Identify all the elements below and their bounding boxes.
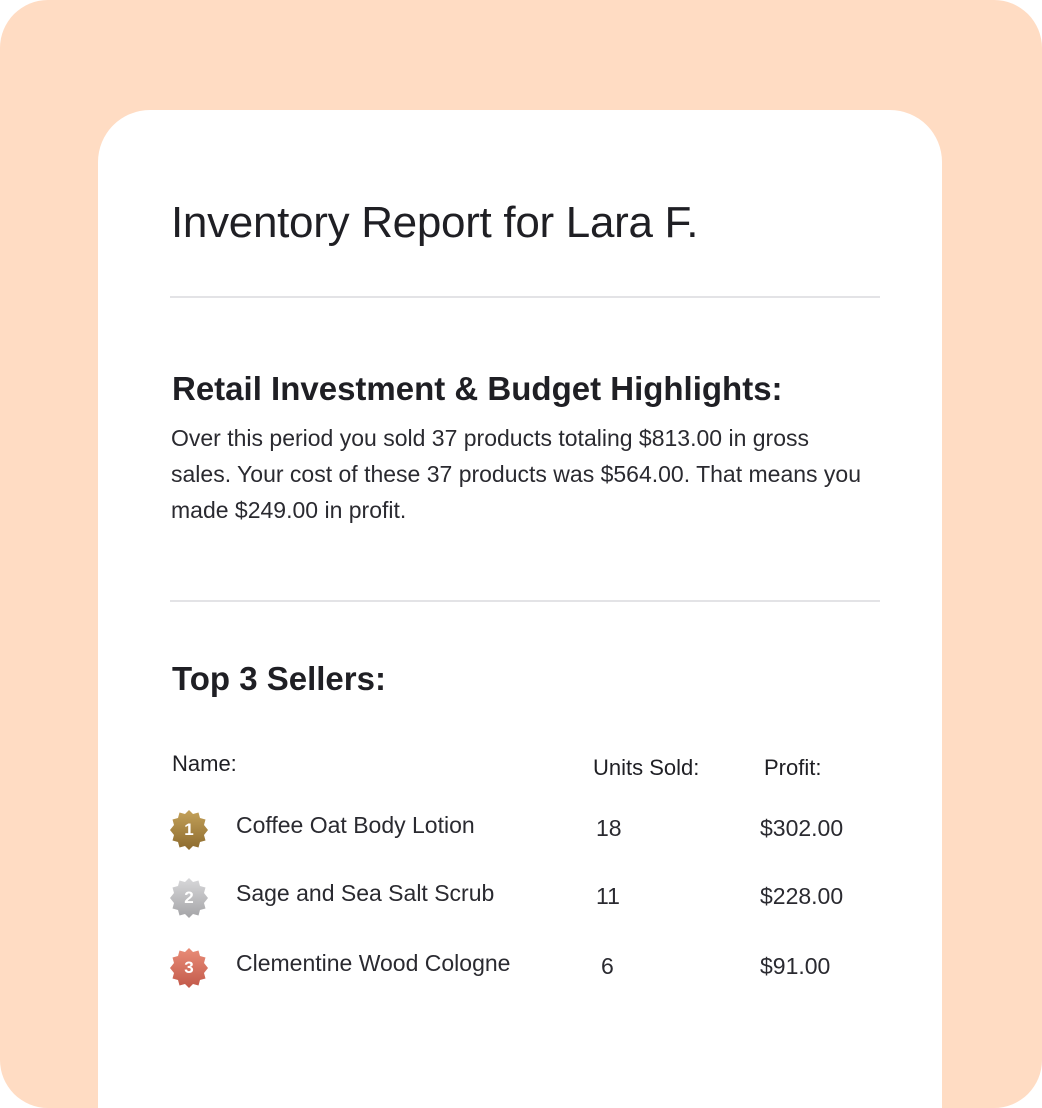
rank-number: 3: [184, 958, 194, 977]
profit-value: $228.00: [760, 883, 844, 909]
table-row: 1 Coffee Oat Body Lotion 18 $302.00: [98, 809, 942, 862]
page-background: Inventory Report for Lara F. Retail Inve…: [0, 0, 1042, 1108]
page-title: Inventory Report for Lara F.: [171, 198, 699, 247]
profit-value: $91.00: [760, 953, 831, 979]
report-card: Inventory Report for Lara F. Retail Inve…: [98, 110, 942, 1108]
column-header-profit: Profit:: [764, 755, 822, 780]
divider-top: [170, 296, 880, 298]
highlights-text: Over this period you sold 37 products to…: [171, 425, 862, 523]
units-sold: 11: [596, 883, 620, 909]
divider-middle: [170, 600, 880, 602]
product-name: Coffee Oat Body Lotion: [236, 812, 475, 838]
profit-value: $302.00: [760, 815, 844, 841]
rank-number: 1: [184, 820, 194, 839]
units-sold: 18: [596, 815, 622, 841]
column-header-name: Name:: [172, 751, 237, 776]
gold-medal-icon: 1: [168, 809, 210, 851]
sellers-heading: Top 3 Sellers:: [172, 660, 386, 697]
table-row: 2 Sage and Sea Salt Scrub 11 $228.00: [98, 877, 942, 930]
units-sold: 6: [601, 953, 614, 979]
product-name: Clementine Wood Cologne: [236, 950, 511, 976]
bronze-medal-icon: 3: [168, 947, 210, 989]
rank-number: 2: [184, 888, 194, 907]
product-name: Sage and Sea Salt Scrub: [236, 880, 495, 906]
table-row: 3 Clementine Wood Cologne 6 $91.00: [98, 947, 942, 1000]
silver-medal-icon: 2: [168, 877, 210, 919]
highlights-heading: Retail Investment & Budget Highlights:: [172, 370, 783, 407]
column-header-units: Units Sold:: [593, 755, 700, 780]
